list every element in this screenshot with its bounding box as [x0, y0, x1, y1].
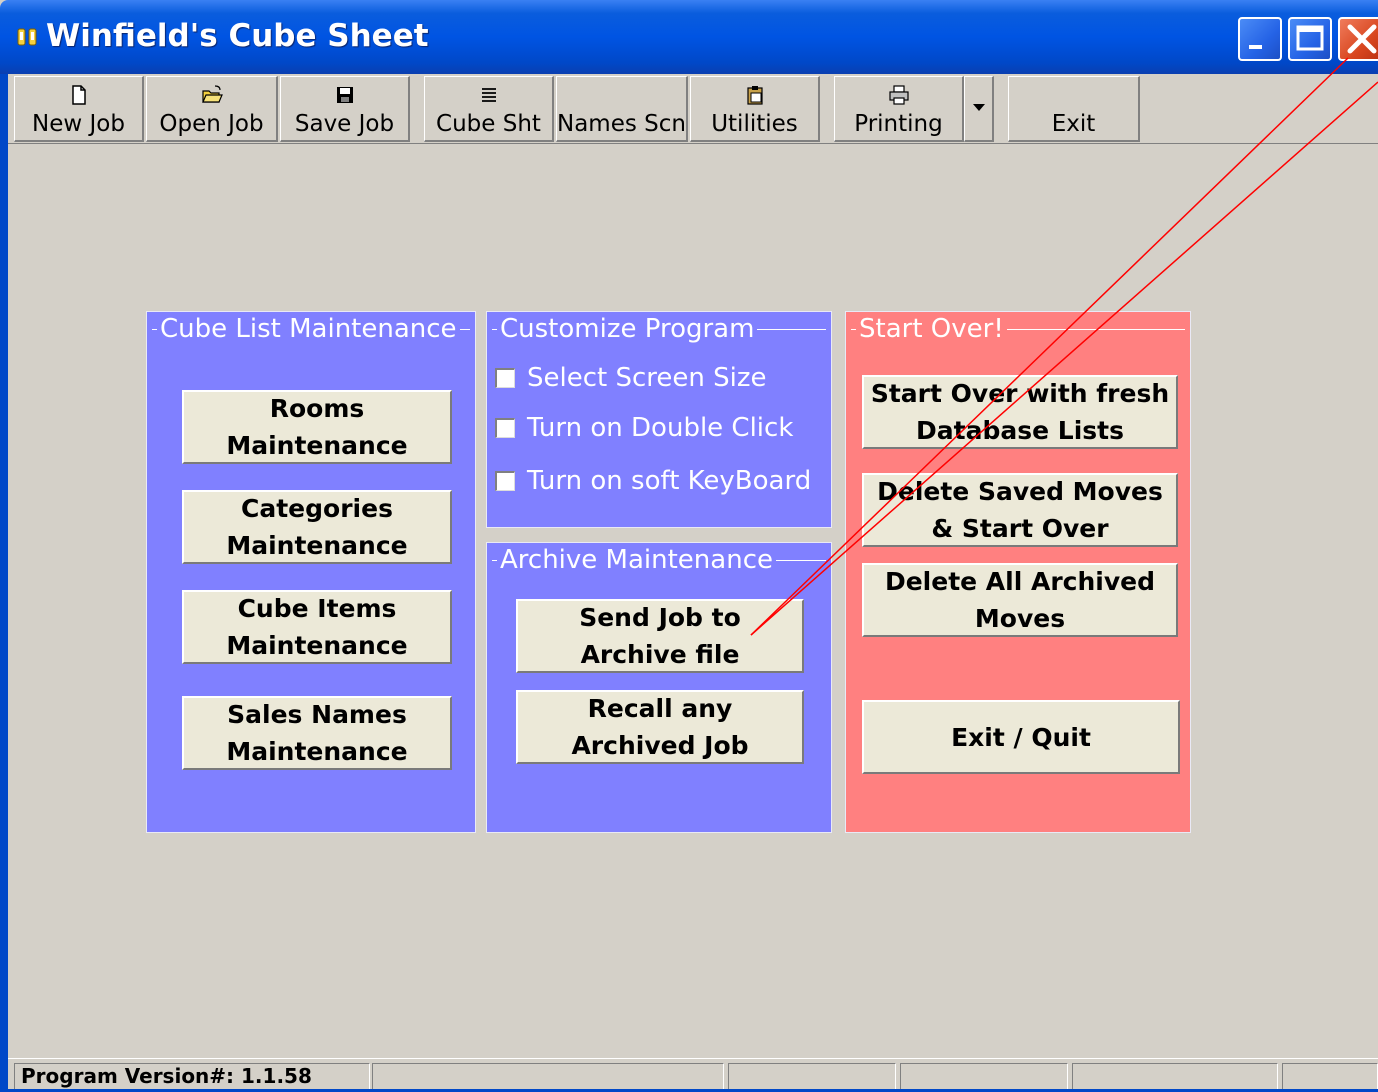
status-panel: [900, 1063, 1068, 1090]
status-panel: [372, 1063, 724, 1090]
sales-names-maintenance-button[interactable]: Sales Names Maintenance: [182, 696, 452, 770]
select-screen-size-option[interactable]: Select Screen Size: [495, 360, 767, 396]
send-job-to-archive-button[interactable]: Send Job to Archive file: [516, 599, 804, 673]
open-job-button[interactable]: Open Job: [146, 76, 278, 142]
toolbar: New Job Open Job Save Job Cube Sht Names…: [8, 74, 1378, 144]
cube-list-maintenance-legend: Cube List Maintenance: [157, 313, 460, 345]
cube-sheet-button[interactable]: Cube Sht: [424, 76, 554, 142]
utilities-label: Utilities: [711, 111, 798, 137]
maximize-icon: [1296, 25, 1324, 51]
recall-archived-job-button[interactable]: Recall any Archived Job: [516, 690, 804, 764]
delete-all-archived-button[interactable]: Delete All Archived Moves: [862, 563, 1178, 637]
printing-label: Printing: [854, 111, 943, 137]
new-job-button[interactable]: New Job: [14, 76, 144, 142]
select-screen-size-checkbox[interactable]: [495, 368, 515, 388]
archive-maintenance-panel: Archive Maintenance Send Job to Archive …: [486, 542, 832, 833]
save-job-label: Save Job: [294, 111, 395, 137]
status-panel: [1072, 1063, 1278, 1090]
cube-items-maintenance-button[interactable]: Cube Items Maintenance: [182, 590, 452, 664]
dropdown-arrow-icon: [973, 104, 985, 111]
names-screen-label: Names Scn: [557, 111, 686, 137]
customize-program-panel: Customize Program Select Screen Size Tur…: [486, 311, 832, 528]
close-button[interactable]: [1338, 17, 1378, 61]
save-job-button[interactable]: Save Job: [280, 76, 410, 142]
double-click-option[interactable]: Turn on Double Click: [495, 410, 793, 446]
printing-button[interactable]: Printing: [834, 76, 964, 142]
select-screen-size-label: Select Screen Size: [527, 363, 767, 393]
status-bar: Program Version#: 1.1.58: [8, 1058, 1378, 1090]
cube-list-maintenance-panel: Cube List Maintenance Rooms Maintenance …: [146, 311, 476, 833]
names-screen-button[interactable]: Names Scn: [556, 76, 688, 142]
start-over-fresh-button[interactable]: Start Over with fresh Database Lists: [862, 375, 1178, 449]
printer-icon: [888, 85, 909, 105]
minimize-button[interactable]: [1238, 17, 1282, 61]
cube-sheet-label: Cube Sht: [436, 111, 541, 137]
new-job-label: New Job: [32, 111, 125, 137]
soft-keyboard-checkbox[interactable]: [495, 471, 515, 491]
start-over-legend: Start Over!: [856, 313, 1007, 345]
window-frame-left: [0, 74, 8, 1092]
program-version: Program Version#: 1.1.58: [14, 1063, 370, 1090]
archive-maintenance-legend: Archive Maintenance: [497, 544, 776, 576]
exit-toolbar-button[interactable]: Exit: [1008, 76, 1140, 142]
maximize-button[interactable]: [1288, 17, 1332, 61]
rooms-maintenance-button[interactable]: Rooms Maintenance: [182, 390, 452, 464]
soft-keyboard-option[interactable]: Turn on soft KeyBoard: [495, 463, 811, 499]
list-lines-icon: [481, 88, 496, 102]
utilities-button[interactable]: Utilities: [690, 76, 820, 142]
minimize-icon: [1249, 45, 1262, 49]
exit-quit-button[interactable]: Exit / Quit: [862, 700, 1180, 774]
categories-maintenance-button[interactable]: Categories Maintenance: [182, 490, 452, 564]
title-bar[interactable]: Winfield's Cube Sheet: [0, 0, 1378, 74]
clipboard-icon: [746, 86, 763, 105]
app-icon: [17, 28, 37, 46]
close-icon: [1347, 24, 1377, 54]
open-job-label: Open Job: [159, 111, 264, 137]
exit-toolbar-label: Exit: [1051, 111, 1096, 137]
open-folder-icon: [201, 85, 223, 103]
new-document-icon: [71, 85, 86, 105]
delete-saved-moves-button[interactable]: Delete Saved Moves & Start Over: [862, 473, 1178, 547]
printing-dropdown-button[interactable]: [964, 76, 994, 142]
status-panel: [1282, 1063, 1378, 1090]
soft-keyboard-label: Turn on soft KeyBoard: [527, 466, 812, 496]
window-title: Winfield's Cube Sheet: [46, 18, 429, 54]
status-panel: [728, 1063, 896, 1090]
double-click-label: Turn on Double Click: [527, 413, 794, 443]
double-click-checkbox[interactable]: [495, 418, 515, 438]
customize-program-legend: Customize Program: [497, 313, 758, 345]
floppy-disk-icon: [336, 87, 353, 103]
start-over-panel: Start Over! Start Over with fresh Databa…: [845, 311, 1191, 833]
